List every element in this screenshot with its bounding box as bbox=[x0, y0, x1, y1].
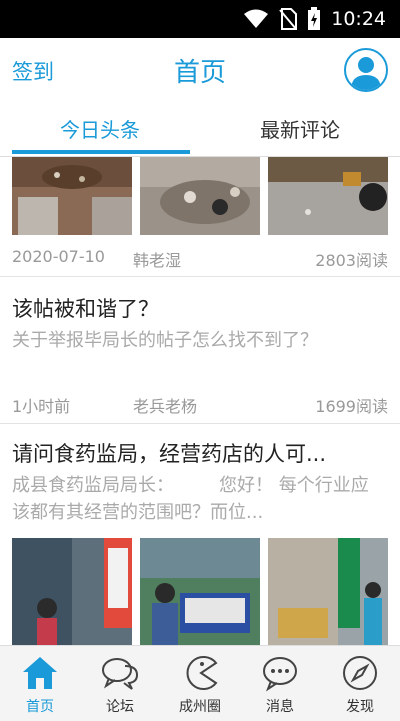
post-author: 老兵老杨 bbox=[133, 397, 198, 416]
avatar[interactable] bbox=[344, 48, 388, 92]
message-dots-icon bbox=[263, 657, 297, 692]
post-title: 请问食药监局，经营药店的人可... bbox=[12, 442, 327, 466]
clock: 10:24 bbox=[331, 8, 386, 30]
top-tabs: 今日头条 最新评论 bbox=[0, 104, 400, 157]
post-author: 韩老湿 bbox=[133, 251, 182, 270]
post-image bbox=[140, 157, 260, 235]
news-feed[interactable]: 2020-07-10 韩老湿 2803阅读 该帖被和谐了？ 关于举报毕局长的帖子… bbox=[0, 157, 400, 645]
post-title: 该帖被和谐了？ bbox=[12, 297, 159, 321]
app-header: 签到 首页 bbox=[0, 38, 400, 104]
post-date: 2020-07-10 bbox=[12, 247, 105, 266]
list-item[interactable]: 该帖被和谐了？ 关于举报毕局长的帖子怎么找不到了？ 1小时前 老兵老杨 1699… bbox=[0, 277, 400, 423]
post-image bbox=[140, 538, 260, 645]
tab-headlines[interactable]: 今日头条 bbox=[0, 114, 200, 143]
post-date: 1小时前 bbox=[12, 397, 71, 416]
tabbar-label: 首页 bbox=[26, 699, 54, 715]
tabbar-item-forum[interactable]: 论坛 bbox=[80, 646, 160, 721]
post-image bbox=[268, 157, 388, 235]
tabbar-label: 论坛 bbox=[106, 699, 134, 715]
active-tab-indicator bbox=[12, 150, 190, 154]
tabbar-label: 消息 bbox=[266, 699, 294, 715]
status-bar: 10:24 bbox=[0, 0, 400, 38]
list-item[interactable]: 2020-07-10 韩老湿 2803阅读 bbox=[0, 157, 400, 277]
chat-bubbles-icon bbox=[102, 658, 139, 690]
tabbar-label: 成州圈 bbox=[179, 699, 221, 715]
bottom-tab-bar: 首页 论坛 成州圈 消息 发现 bbox=[0, 645, 400, 721]
house-icon bbox=[23, 657, 57, 689]
post-reads: 2803阅读 bbox=[315, 251, 388, 270]
tab-latest-comments[interactable]: 最新评论 bbox=[200, 114, 400, 143]
wifi-icon bbox=[244, 9, 269, 28]
list-item[interactable]: 请问食药监局，经营药店的人可... 成县食药监局局长： 您好！ 每个行业应该都有… bbox=[0, 424, 400, 645]
pacman-face-icon bbox=[186, 656, 218, 690]
battery-charging-icon bbox=[308, 7, 321, 30]
post-image bbox=[12, 538, 132, 645]
post-excerpt: 成县食药监局局长： 您好！ 每个行业应该都有其经营的范围吧？而位... bbox=[12, 475, 369, 523]
tabbar-label: 发现 bbox=[346, 699, 374, 715]
tabbar-item-discover[interactable]: 发现 bbox=[320, 646, 400, 721]
post-reads: 1699阅读 bbox=[315, 397, 388, 416]
post-excerpt: 关于举报毕局长的帖子怎么找不到了？ bbox=[12, 330, 318, 351]
page-title: 首页 bbox=[173, 58, 226, 88]
post-image bbox=[268, 538, 388, 645]
tabbar-item-circle[interactable]: 成州圈 bbox=[160, 646, 240, 721]
tabbar-item-messages[interactable]: 消息 bbox=[240, 646, 320, 721]
compass-icon bbox=[343, 656, 377, 690]
no-sim-icon bbox=[279, 8, 298, 30]
user-icon bbox=[351, 57, 381, 90]
tabbar-item-home[interactable]: 首页 bbox=[0, 646, 80, 721]
post-image bbox=[12, 157, 132, 235]
